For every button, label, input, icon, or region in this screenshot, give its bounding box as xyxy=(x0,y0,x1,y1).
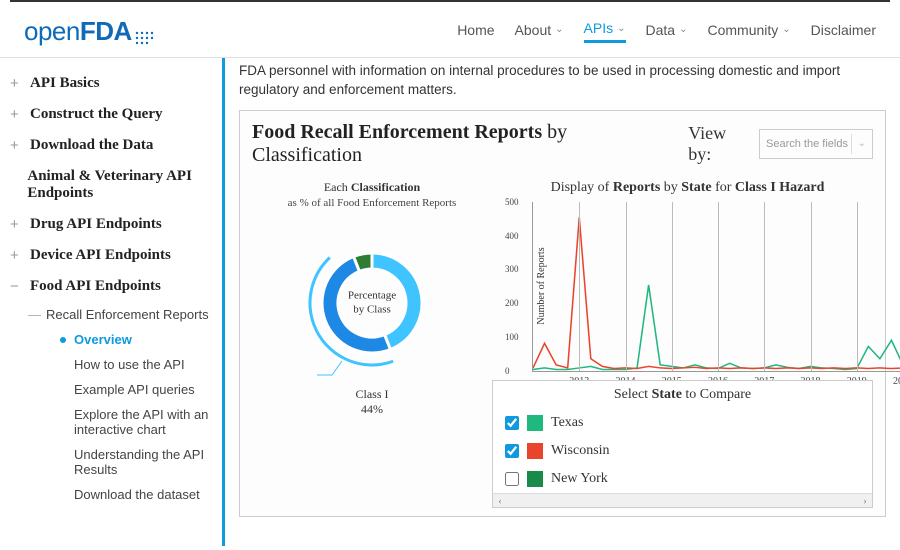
compare-row-texas[interactable]: Texas xyxy=(501,409,864,437)
sidebar-item-label: Food API Endpoints xyxy=(30,278,161,295)
nav-home[interactable]: Home xyxy=(457,20,494,43)
bullet-icon xyxy=(60,337,66,343)
sidebar-item-label: Download the Data xyxy=(30,137,153,154)
sidebar-item-api-basics[interactable]: + API Basics xyxy=(4,68,216,99)
compare-row-wisconsin[interactable]: Wisconsin xyxy=(501,437,864,465)
ytick: 300 xyxy=(505,264,519,274)
sidebar-item-device-api-endpoints[interactable]: + Device API Endpoints xyxy=(4,240,216,271)
sidebar-subsub-label: How to use the API xyxy=(74,357,185,372)
chevron-down-icon: ⌄ xyxy=(679,24,687,35)
sidebar-subsub-label: Example API queries xyxy=(74,382,195,397)
nav-disclaimer[interactable]: Disclaimer xyxy=(811,20,876,43)
plus-icon: + xyxy=(10,216,22,233)
compare-list[interactable]: Texas Wisconsin New York xyxy=(493,409,872,493)
sidebar: + API Basics + Construct the Query + Download… xyxy=(0,58,225,546)
logo-part1: open xyxy=(24,16,80,46)
donut-subcaption: as % of all Food Enforcement Reports xyxy=(252,197,492,209)
ytick: 0 xyxy=(505,366,510,376)
compare-checkbox[interactable] xyxy=(505,444,519,458)
sidebar-subsub-label: Understanding the API Results xyxy=(74,447,216,477)
sidebar-item-construct-the-query[interactable]: + Construct the Query xyxy=(4,99,216,130)
search-placeholder: Search the fields xyxy=(766,138,848,150)
sidebar-subsub-how-to-use-the-api[interactable]: How to use the API xyxy=(60,352,216,377)
compare-label: Texas xyxy=(551,415,583,431)
sidebar-item-animal-veterinary-api-endpoints[interactable]: Animal & Veterinary API Endpoints xyxy=(4,161,216,209)
sidebar-item-drug-api-endpoints[interactable]: + Drug API Endpoints xyxy=(4,209,216,240)
plus-icon: + xyxy=(10,137,22,154)
sidebar-sub-recall-enforcement[interactable]: — Recall Enforcement Reports xyxy=(24,302,216,327)
compare-label: New York xyxy=(551,471,608,487)
logo-dots-icon xyxy=(134,24,156,42)
header: openFDA Home About⌄ APIs⌄ Data⌄ Community⌄ Di… xyxy=(0,8,900,58)
line-chart-title: Display of Reports by State for Class I … xyxy=(502,176,873,202)
donut-chart[interactable]: Percentage by Class xyxy=(292,223,452,383)
sidebar-item-label: Drug API Endpoints xyxy=(30,216,162,233)
ytick: 200 xyxy=(505,298,519,308)
compare-panel: Select State to Compare Texas Wisconsin Ne… xyxy=(492,380,873,508)
donut-center-label: Percentage by Class xyxy=(348,288,396,317)
ytick: 500 xyxy=(505,197,519,207)
compare-title: Select State to Compare xyxy=(493,385,872,409)
compare-checkbox[interactable] xyxy=(505,416,519,430)
plus-icon: + xyxy=(10,75,22,92)
chevron-down-icon: ⌄ xyxy=(782,24,790,35)
sidebar-subsub-label: Explore the API with an interactive char… xyxy=(74,407,216,437)
sidebar-subsub-download-the-dataset[interactable]: Download the dataset xyxy=(60,482,216,507)
sidebar-subsub-overview[interactable]: Overview xyxy=(60,327,216,352)
sidebar-subsub-label: Download the dataset xyxy=(74,487,200,502)
chevron-down-icon: ⌄ xyxy=(617,23,625,34)
donut-caption: Each Classification xyxy=(252,176,492,197)
search-fields-select[interactable]: Search the fields ⌄ xyxy=(759,129,873,159)
nav-data[interactable]: Data⌄ xyxy=(646,20,688,43)
donut-slice-label: Class I44% xyxy=(252,387,492,417)
sidebar-item-download-the-data[interactable]: + Download the Data xyxy=(4,130,216,161)
sidebar-item-label: Animal & Veterinary API Endpoints xyxy=(27,168,210,202)
compare-checkbox[interactable] xyxy=(505,472,519,486)
scroll-left-icon[interactable]: ‹ xyxy=(493,494,507,508)
chevron-down-icon: ⌄ xyxy=(555,24,563,35)
compare-row-new-york[interactable]: New York xyxy=(501,465,864,493)
horizontal-scrollbar[interactable]: ‹ › xyxy=(493,493,872,507)
content: FDA personnel with information on intern… xyxy=(225,58,900,546)
sidebar-item-label: Device API Endpoints xyxy=(30,247,171,264)
sidebar-subsub-understanding-the-api-results[interactable]: Understanding the API Results xyxy=(60,442,216,482)
dash-icon: — xyxy=(28,307,38,322)
sidebar-item-label: API Basics xyxy=(30,75,100,92)
nav-community[interactable]: Community⌄ xyxy=(707,20,790,43)
color-swatch-icon xyxy=(527,443,543,459)
intro-text: FDA personnel with information on intern… xyxy=(239,58,886,110)
sidebar-subsub-label: Overview xyxy=(74,332,132,347)
sidebar-subsub-explore-the-api-with-an-interactive-chart[interactable]: Explore the API with an interactive char… xyxy=(60,402,216,442)
color-swatch-icon xyxy=(527,471,543,487)
nav-about[interactable]: About⌄ xyxy=(515,20,564,43)
chevron-down-icon: ⌄ xyxy=(858,138,866,149)
donut-chart-area: Each Classification as % of all Food Enf… xyxy=(252,176,492,508)
viewby-label: View by: xyxy=(688,123,753,165)
sidebar-sub-label: Recall Enforcement Reports xyxy=(46,307,209,322)
xtick: 2020 xyxy=(893,376,900,387)
scroll-right-icon[interactable]: › xyxy=(858,494,872,508)
nav-apis[interactable]: APIs⌄ xyxy=(584,20,626,43)
ytick: 100 xyxy=(505,332,519,342)
line-chart[interactable]: Number of Reports 2013201420152016201720… xyxy=(532,202,900,372)
minus-icon: − xyxy=(10,278,22,295)
ytick: 400 xyxy=(505,231,519,241)
top-nav: Home About⌄ APIs⌄ Data⌄ Community⌄ Disclaimer xyxy=(457,20,876,43)
color-swatch-icon xyxy=(527,415,543,431)
line-chart-area: Display of Reports by State for Class I … xyxy=(502,176,873,508)
sidebar-item-food-api[interactable]: − Food API Endpoints xyxy=(4,271,216,302)
logo[interactable]: openFDA xyxy=(24,16,156,47)
report-panel: Food Recall Enforcement Reports by Class… xyxy=(239,110,886,517)
logo-part2: FDA xyxy=(80,16,132,46)
sidebar-subsub-example-api-queries[interactable]: Example API queries xyxy=(60,377,216,402)
plus-icon: + xyxy=(10,247,22,264)
panel-title: Food Recall Enforcement Reports by Class… xyxy=(252,121,678,167)
plus-icon: + xyxy=(10,106,22,123)
compare-label: Wisconsin xyxy=(551,443,610,459)
sidebar-item-label: Construct the Query xyxy=(30,106,162,123)
